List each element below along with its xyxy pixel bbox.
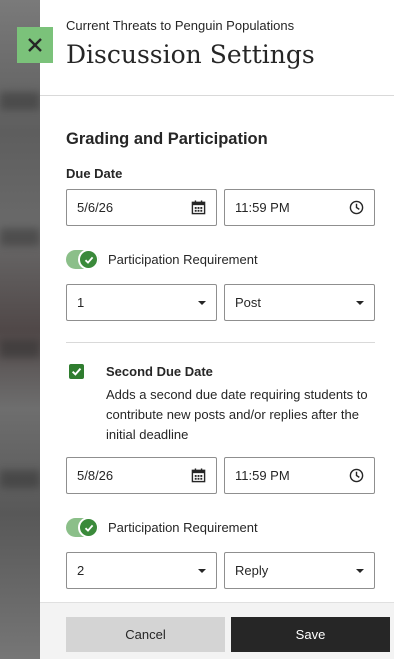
second-due-date-checkbox[interactable] [69, 364, 84, 379]
participation-toggle-2[interactable] [66, 517, 99, 538]
close-icon [28, 38, 42, 52]
participation-toggle[interactable] [66, 249, 99, 270]
participation-label-2: Participation Requirement [108, 520, 258, 535]
section-title: Grading and Participation [66, 130, 268, 148]
due-time-value: 11:59 PM [235, 200, 290, 215]
participation-type-value-2: Reply [235, 563, 269, 578]
second-due-date-input[interactable]: 5/8/26 [66, 457, 217, 494]
calendar-icon[interactable] [190, 468, 206, 484]
discussion-name: Current Threats to Penguin Populations [66, 18, 295, 33]
checkmark-icon [71, 367, 82, 376]
participation-type-select[interactable]: Post [224, 284, 375, 321]
due-date-value: 5/6/26 [77, 200, 114, 215]
participation-count-select[interactable]: 1 [66, 284, 217, 321]
due-date-label: Due Date [66, 166, 123, 181]
toggle-knob [78, 517, 99, 538]
toggle-knob [78, 249, 99, 270]
save-button[interactable]: Save [231, 617, 390, 652]
clock-icon[interactable] [348, 200, 364, 216]
close-button[interactable] [17, 27, 53, 63]
participation-toggle-row: Participation Requirement [66, 249, 258, 270]
cancel-button[interactable]: Cancel [66, 617, 225, 652]
divider [66, 342, 375, 343]
second-due-date-description: Adds a second due date requiring student… [106, 387, 368, 442]
panel-footer: Cancel Save [40, 602, 394, 659]
settings-panel: Current Threats to Penguin Populations D… [40, 0, 394, 659]
backdrop-streak [0, 340, 40, 358]
clock-icon[interactable] [348, 468, 364, 484]
participation-type-select-2[interactable]: Reply [224, 552, 375, 589]
second-due-date-value: 5/8/26 [77, 468, 114, 483]
backdrop-streak [0, 228, 40, 246]
panel-header: Current Threats to Penguin Populations D… [40, 0, 394, 96]
second-due-time-value: 11:59 PM [235, 468, 290, 483]
second-due-date-title: Second Due Date [106, 364, 213, 379]
participation-label: Participation Requirement [108, 252, 258, 267]
participation-type-value: Post [235, 295, 262, 310]
backdrop-streak [0, 470, 40, 488]
participation-toggle-row-2: Participation Requirement [66, 517, 258, 538]
chevron-down-icon [198, 568, 206, 573]
page-backdrop [0, 0, 40, 659]
second-due-time-input[interactable]: 11:59 PM [224, 457, 375, 494]
due-date-input[interactable]: 5/6/26 [66, 189, 217, 226]
chevron-down-icon [198, 300, 206, 305]
backdrop-streak [0, 92, 40, 110]
participation-count-value-2: 2 [77, 563, 85, 578]
due-time-input[interactable]: 11:59 PM [224, 189, 375, 226]
participation-count-value: 1 [77, 295, 85, 310]
participation-count-select-2[interactable]: 2 [66, 552, 217, 589]
chevron-down-icon [356, 568, 364, 573]
chevron-down-icon [356, 300, 364, 305]
checkmark-icon [84, 256, 93, 264]
calendar-icon[interactable] [190, 200, 206, 216]
page-title: Discussion Settings [66, 40, 315, 69]
checkmark-icon [84, 524, 93, 532]
